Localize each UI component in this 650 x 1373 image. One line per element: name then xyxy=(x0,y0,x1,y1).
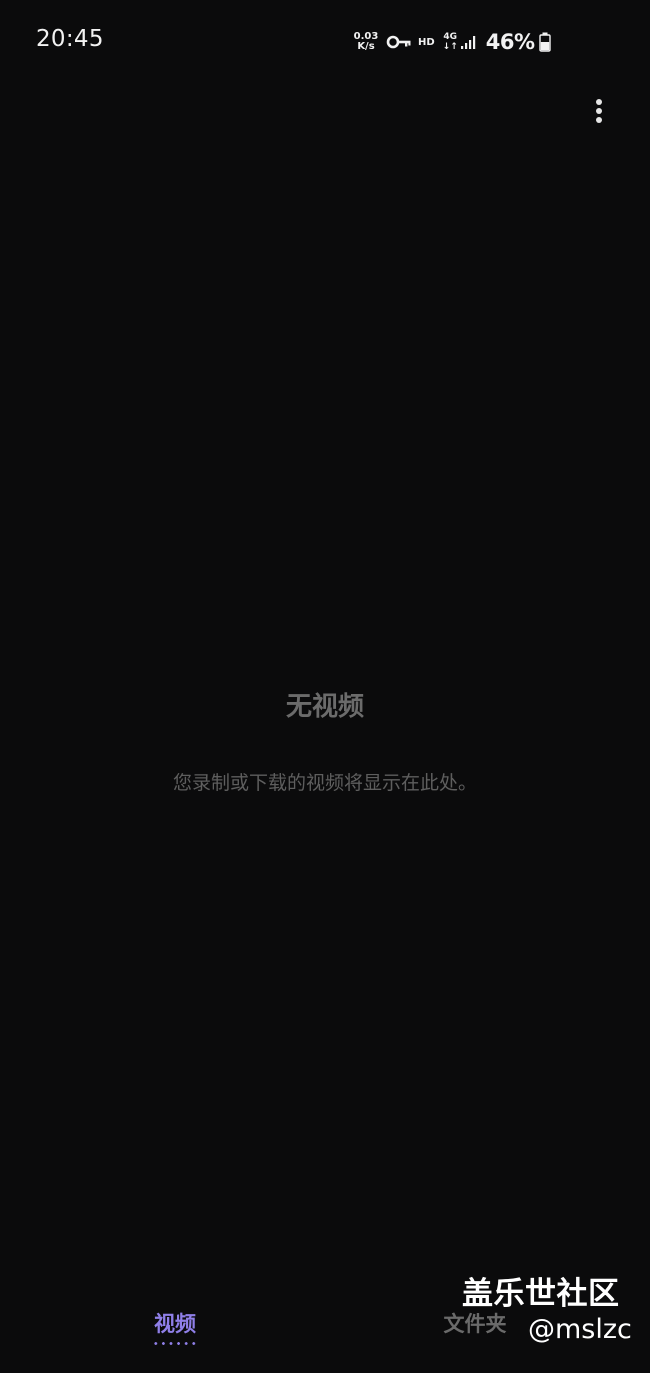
hd-label: HD xyxy=(418,36,435,48)
tab-videos-label: 视频 xyxy=(154,1311,196,1336)
status-bar: 20:45 0.03 K/s HD 4G ↓↑ 46% xyxy=(0,0,650,80)
network-type: 4G ↓↑ xyxy=(443,32,458,52)
network-speed-unit: K/s xyxy=(357,41,375,52)
vpn-key-icon xyxy=(386,35,411,49)
battery-icon xyxy=(538,32,551,52)
tab-selected-indicator xyxy=(152,1342,198,1345)
video-library-screen: 20:45 0.03 K/s HD 4G ↓↑ 46% 无视频 您录制或下载的视… xyxy=(0,0,650,1373)
empty-state-title: 无视频 xyxy=(285,692,364,722)
network-speed: 0.03 K/s xyxy=(352,32,380,52)
tab-folders[interactable]: 文件夹 xyxy=(425,1308,525,1348)
watermark-handle: @mslzc xyxy=(528,1314,632,1345)
signal-icon xyxy=(460,36,475,49)
tab-videos[interactable]: 视频 xyxy=(125,1308,225,1348)
status-time: 20:45 xyxy=(36,26,104,52)
network-arrows: ↓↑ xyxy=(442,42,458,52)
more-vertical-icon xyxy=(596,99,602,123)
battery-percent: 46% xyxy=(485,30,535,54)
watermark-title: 盖乐世社区 xyxy=(462,1276,620,1312)
empty-state-description: 您录制或下载的视频将显示在此处。 xyxy=(172,772,477,794)
status-icons: 0.03 K/s HD 4G ↓↑ 46% xyxy=(352,27,551,57)
more-options-button[interactable] xyxy=(584,92,614,132)
network-type-label: 4G xyxy=(443,32,458,42)
